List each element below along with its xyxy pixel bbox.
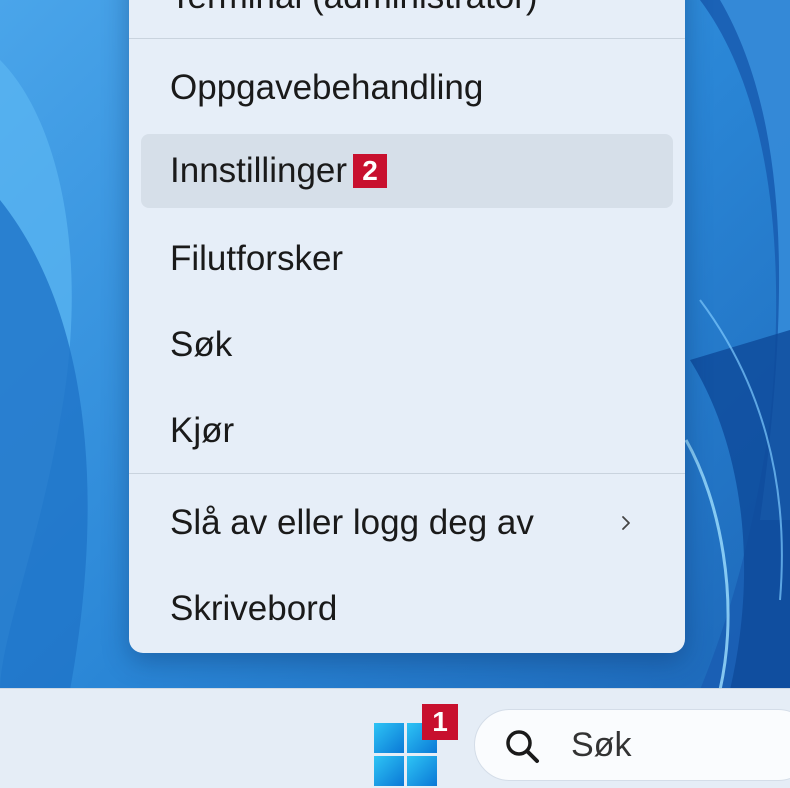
menu-item-label: Innstillinger	[170, 151, 348, 190]
menu-item-label: Kjør	[170, 411, 235, 450]
desktop: Terminal (administrator) Oppgavebehandli…	[0, 0, 790, 788]
menu-item-label: Oppgavebehandling	[170, 68, 484, 107]
menu-item-label: Terminal (administrator)	[170, 0, 538, 17]
menu-item-label: Slå av eller logg deg av	[170, 503, 534, 542]
search-placeholder: Søk	[571, 726, 632, 764]
menu-item-file-explorer[interactable]: Filutforsker	[141, 222, 673, 296]
chevron-right-icon	[622, 516, 630, 530]
step-badge-2: 2	[353, 154, 388, 188]
menu-item-label: Skrivebord	[170, 589, 338, 628]
menu-separator	[129, 473, 685, 474]
taskbar: Søk	[0, 688, 790, 788]
menu-item-desktop[interactable]: Skrivebord	[141, 572, 673, 646]
menu-item-shutdown-signout[interactable]: Slå av eller logg deg av	[141, 486, 673, 560]
menu-separator	[129, 38, 685, 39]
taskbar-search[interactable]: Søk	[474, 709, 790, 781]
menu-item-search[interactable]: Søk	[141, 308, 673, 382]
menu-item-settings[interactable]: Innstillinger 2	[141, 134, 673, 208]
menu-item-label: Søk	[170, 325, 233, 364]
menu-item-run[interactable]: Kjør	[141, 394, 673, 468]
search-icon	[506, 730, 539, 763]
menu-item-terminal-admin[interactable]: Terminal (administrator)	[141, 0, 673, 34]
start-context-menu: Terminal (administrator) Oppgavebehandli…	[129, 0, 685, 653]
menu-item-label: Filutforsker	[170, 239, 344, 278]
menu-item-task-manager[interactable]: Oppgavebehandling	[141, 51, 673, 125]
step-badge-1: 1	[422, 704, 458, 740]
